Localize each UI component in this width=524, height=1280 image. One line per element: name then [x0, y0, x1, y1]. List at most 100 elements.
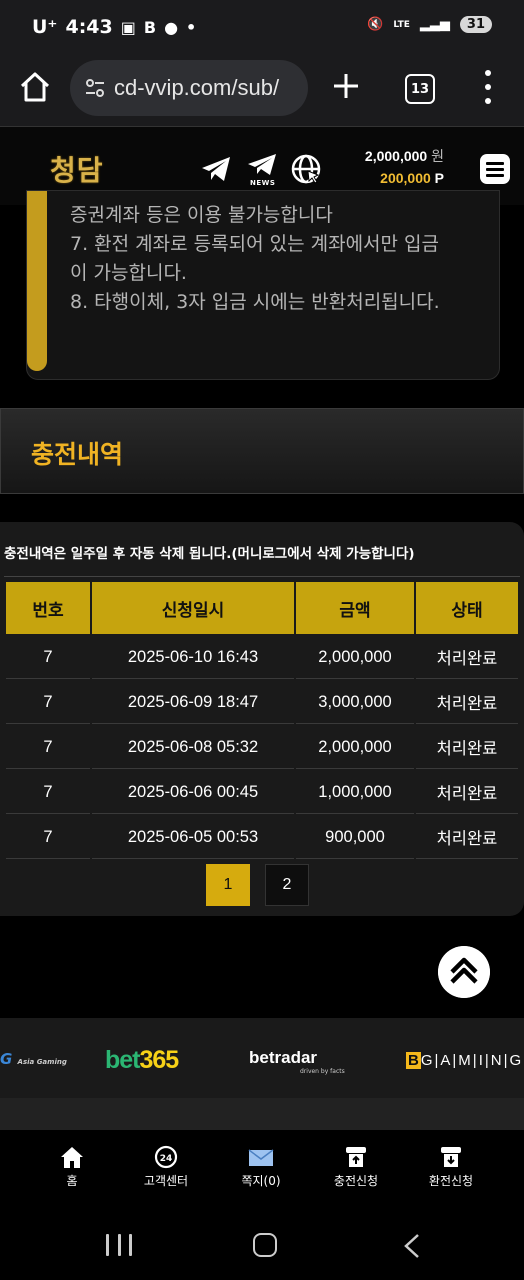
asia-gaming-logo: G Asia Gaming	[0, 1050, 67, 1068]
nav-label: 쪽지(0)	[241, 1174, 281, 1188]
recent-apps-icon[interactable]	[106, 1234, 132, 1256]
notice-line: 이 가능합니다.	[70, 262, 187, 284]
table-row: 7 2025-06-05 00:53 900,000 처리완료	[6, 816, 518, 859]
telegram-icon[interactable]	[200, 153, 232, 185]
divider	[4, 576, 520, 577]
bet365-logo: bet365	[105, 1046, 180, 1075]
cell-number: 7	[6, 726, 90, 769]
cell-amount: 2,000,000	[296, 636, 414, 679]
battery-badge: 31	[459, 16, 492, 33]
col-header-amount: 금액	[296, 582, 414, 634]
cell-status: 처리완료	[416, 681, 518, 724]
network-label: LTE	[393, 19, 410, 30]
clock: 4:43	[65, 16, 113, 38]
page-button-1[interactable]: 1	[206, 864, 250, 906]
money-amount: 2,000,000	[364, 148, 428, 164]
bottom-nav: 홈 24 고객센터 쪽지(0) 충전신청 환전신청	[0, 1130, 524, 1200]
site-logo[interactable]: 청담	[50, 149, 104, 189]
home-icon	[61, 1147, 83, 1168]
nav-label: 충전신청	[333, 1174, 379, 1188]
scroll-top-icon[interactable]	[438, 946, 490, 998]
carrier-label: U⁺	[32, 16, 58, 38]
withdraw-icon	[441, 1147, 461, 1167]
mute-icon: 🔇	[367, 17, 384, 32]
bgaming-text: G|A|M|I|N|G	[420, 1052, 524, 1069]
history-note: 충전내역은 일주일 후 자동 삭제 됩니다.(머니로그에서 삭제 가능합니다)	[4, 546, 415, 562]
news-label: NEWS	[250, 179, 276, 187]
point-unit: P	[434, 170, 444, 186]
cell-number: 7	[6, 636, 90, 679]
cell-status: 처리완료	[416, 636, 518, 679]
notice-line: 증권계좌 등은 이용 불가능합니다	[70, 204, 333, 226]
screenshot-icon: ▣	[120, 17, 136, 37]
bet365-a: bet	[105, 1046, 140, 1074]
tab-switcher-button[interactable]: 13	[405, 74, 435, 104]
section-title: 충전내역	[31, 440, 124, 469]
notice-text: 증권계좌 등은 이용 불가능합니다 7. 환전 계좌로 등록되어 있는 계좌에서…	[70, 191, 490, 317]
point-amount: 200,000	[380, 170, 431, 186]
table-row: 7 2025-06-08 05:32 2,000,000 처리완료	[6, 726, 518, 769]
cell-number: 7	[6, 771, 90, 814]
table-row: 7 2025-06-09 18:47 3,000,000 처리완료	[6, 681, 518, 724]
asia-gaming-mark: G	[0, 1050, 13, 1068]
status-left: U⁺ 4:43 ▣ B ● •	[32, 16, 196, 38]
table-header-row: 번호 신청일시 금액 상태	[6, 582, 518, 634]
cell-status: 처리완료	[416, 726, 518, 769]
nav-deposit[interactable]: 충전신청	[311, 1144, 401, 1189]
cell-date: 2025-06-05 00:53	[92, 816, 294, 859]
nav-withdraw[interactable]: 환전신청	[406, 1144, 496, 1189]
deposit-icon	[346, 1147, 366, 1167]
cell-date: 2025-06-09 18:47	[92, 681, 294, 724]
footer-strip	[0, 1098, 524, 1132]
bgaming-b: B	[406, 1052, 421, 1069]
nav-label: 홈	[66, 1174, 78, 1188]
notice-cut-line	[70, 191, 490, 201]
bet365-b: 365	[139, 1046, 180, 1074]
dot-icon: •	[186, 17, 197, 37]
cell-date: 2025-06-08 05:32	[92, 726, 294, 769]
globe-icon[interactable]	[290, 153, 322, 185]
betradar-tagline: driven by facts	[300, 1068, 345, 1075]
nav-support[interactable]: 24 고객센터	[121, 1144, 211, 1189]
nav-messages[interactable]: 쪽지(0)	[216, 1144, 306, 1189]
money-unit: 원	[431, 148, 444, 164]
cell-date: 2025-06-10 16:43	[92, 636, 294, 679]
partner-logos: G Asia Gaming bet365 betradar driven by …	[0, 1018, 524, 1098]
cell-amount: 3,000,000	[296, 681, 414, 724]
notice-line: 7. 환전 계좌로 등록되어 있는 계좌에서만 입금	[70, 233, 440, 255]
money-balance: 2,000,000 원	[365, 146, 444, 166]
system-home-icon[interactable]	[253, 1233, 277, 1257]
chat-icon: ●	[164, 17, 179, 37]
browser-toolbar: cd-vvip.com/sub/ 13	[0, 56, 524, 126]
table-row: 7 2025-06-10 16:43 2,000,000 처리완료	[6, 636, 518, 679]
cell-date: 2025-06-06 00:45	[92, 771, 294, 814]
col-header-status: 상태	[416, 582, 518, 634]
notice-line: 8. 타행이체, 3자 입금 시에는 반환처리됩니다.	[70, 291, 440, 313]
signal-icon: ▂▃▅	[419, 17, 450, 32]
hamburger-menu-icon[interactable]	[480, 154, 510, 184]
url-bar[interactable]: cd-vvip.com/sub/	[70, 60, 308, 116]
bgaming-logo: B G|A|M|I|N|G	[406, 1052, 523, 1069]
deposit-notice: 증권계좌 등은 이용 불가능합니다 7. 환전 계좌로 등록되어 있는 계좌에서…	[26, 190, 500, 380]
url-text[interactable]: cd-vvip.com/sub/	[114, 75, 294, 101]
support-24-icon: 24	[154, 1145, 178, 1169]
cell-number: 7	[6, 681, 90, 724]
mail-icon	[248, 1149, 274, 1166]
site-settings-icon[interactable]	[84, 77, 106, 99]
new-tab-icon[interactable]	[330, 70, 362, 102]
nav-label: 고객센터	[143, 1174, 189, 1188]
back-icon[interactable]	[400, 1232, 424, 1260]
nav-home[interactable]: 홈	[27, 1144, 117, 1189]
notice-accent-bar	[27, 191, 47, 371]
svg-text:24: 24	[160, 1154, 173, 1164]
browser-home-icon[interactable]	[18, 70, 52, 104]
cell-number: 7	[6, 816, 90, 859]
status-right: 🔇 LTE ▂▃▅ 31	[367, 16, 492, 33]
browser-menu-icon[interactable]	[478, 70, 498, 104]
status-bar: U⁺ 4:43 ▣ B ● • 🔇 LTE ▂▃▅ 31	[0, 0, 524, 56]
cell-status: 처리완료	[416, 816, 518, 859]
b-app-icon: B	[143, 17, 157, 37]
history-table: 번호 신청일시 금액 상태 7 2025-06-10 16:43 2,000,0…	[4, 580, 520, 861]
page-button-2[interactable]: 2	[265, 864, 309, 906]
section-header: 충전내역	[0, 408, 524, 494]
